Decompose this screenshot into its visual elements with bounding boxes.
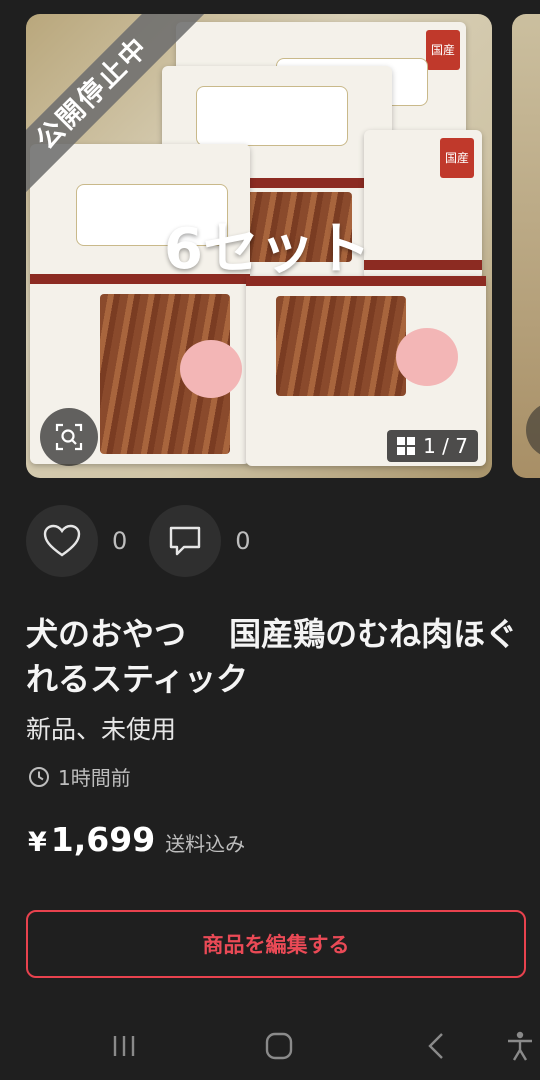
kokusan-tag: 国産 — [440, 138, 474, 178]
accessibility-button[interactable] — [500, 1028, 540, 1064]
like-count: 0 — [112, 527, 128, 555]
shipping-included: 送料込み — [165, 832, 246, 856]
counter-text: 1 / 7 — [423, 434, 468, 458]
like-button[interactable] — [26, 505, 98, 577]
accessibility-icon — [508, 1031, 532, 1061]
image-counter: 1 / 7 — [387, 430, 478, 462]
back-icon — [428, 1033, 443, 1059]
recent-apps-icon — [113, 1036, 135, 1056]
back-button[interactable] — [416, 1028, 456, 1064]
comment-button[interactable] — [149, 505, 222, 577]
engagement-actions: 0 0 — [26, 505, 273, 577]
comment-count: 0 — [235, 527, 251, 555]
image-search-button[interactable] — [40, 408, 98, 466]
package-band — [364, 260, 482, 270]
horo-badge — [396, 328, 458, 386]
jerky-strips — [276, 296, 406, 396]
home-button[interactable] — [259, 1028, 299, 1064]
package-image: 国産 — [364, 130, 482, 280]
posted-time: 1時間前 — [28, 762, 131, 791]
system-nav-bar — [0, 1010, 540, 1080]
currency-symbol: ¥ — [28, 827, 47, 858]
edit-item-button[interactable]: 商品を編集する — [26, 910, 526, 978]
price-amount: 1,699 — [50, 820, 156, 859]
home-icon — [265, 1032, 293, 1060]
scan-icon — [55, 423, 83, 451]
heart-icon — [43, 524, 81, 557]
horo-badge — [180, 340, 242, 398]
comment-icon — [170, 526, 201, 556]
price-block: ¥ 1,699 送料込み — [28, 820, 245, 859]
product-photo[interactable]: 国産 国産 公開停止中 6セット 1 / 7 — [26, 14, 492, 478]
kokusan-tag: 国産 — [426, 30, 460, 70]
item-title: 犬のおやつ 国産鶏のむね肉ほぐれるスティック — [26, 615, 518, 698]
set-count-overlay: 6セット — [164, 217, 371, 282]
recent-apps-button[interactable] — [104, 1028, 144, 1064]
image-carousel[interactable]: 国産 国産 公開停止中 6セット 1 / 7 — [0, 0, 540, 486]
grid-icon — [397, 437, 416, 455]
posted-time-text: 1時間前 — [58, 766, 131, 790]
package-label — [196, 86, 348, 146]
item-condition: 新品、未使用 — [26, 715, 177, 744]
clock-icon — [29, 766, 49, 787]
